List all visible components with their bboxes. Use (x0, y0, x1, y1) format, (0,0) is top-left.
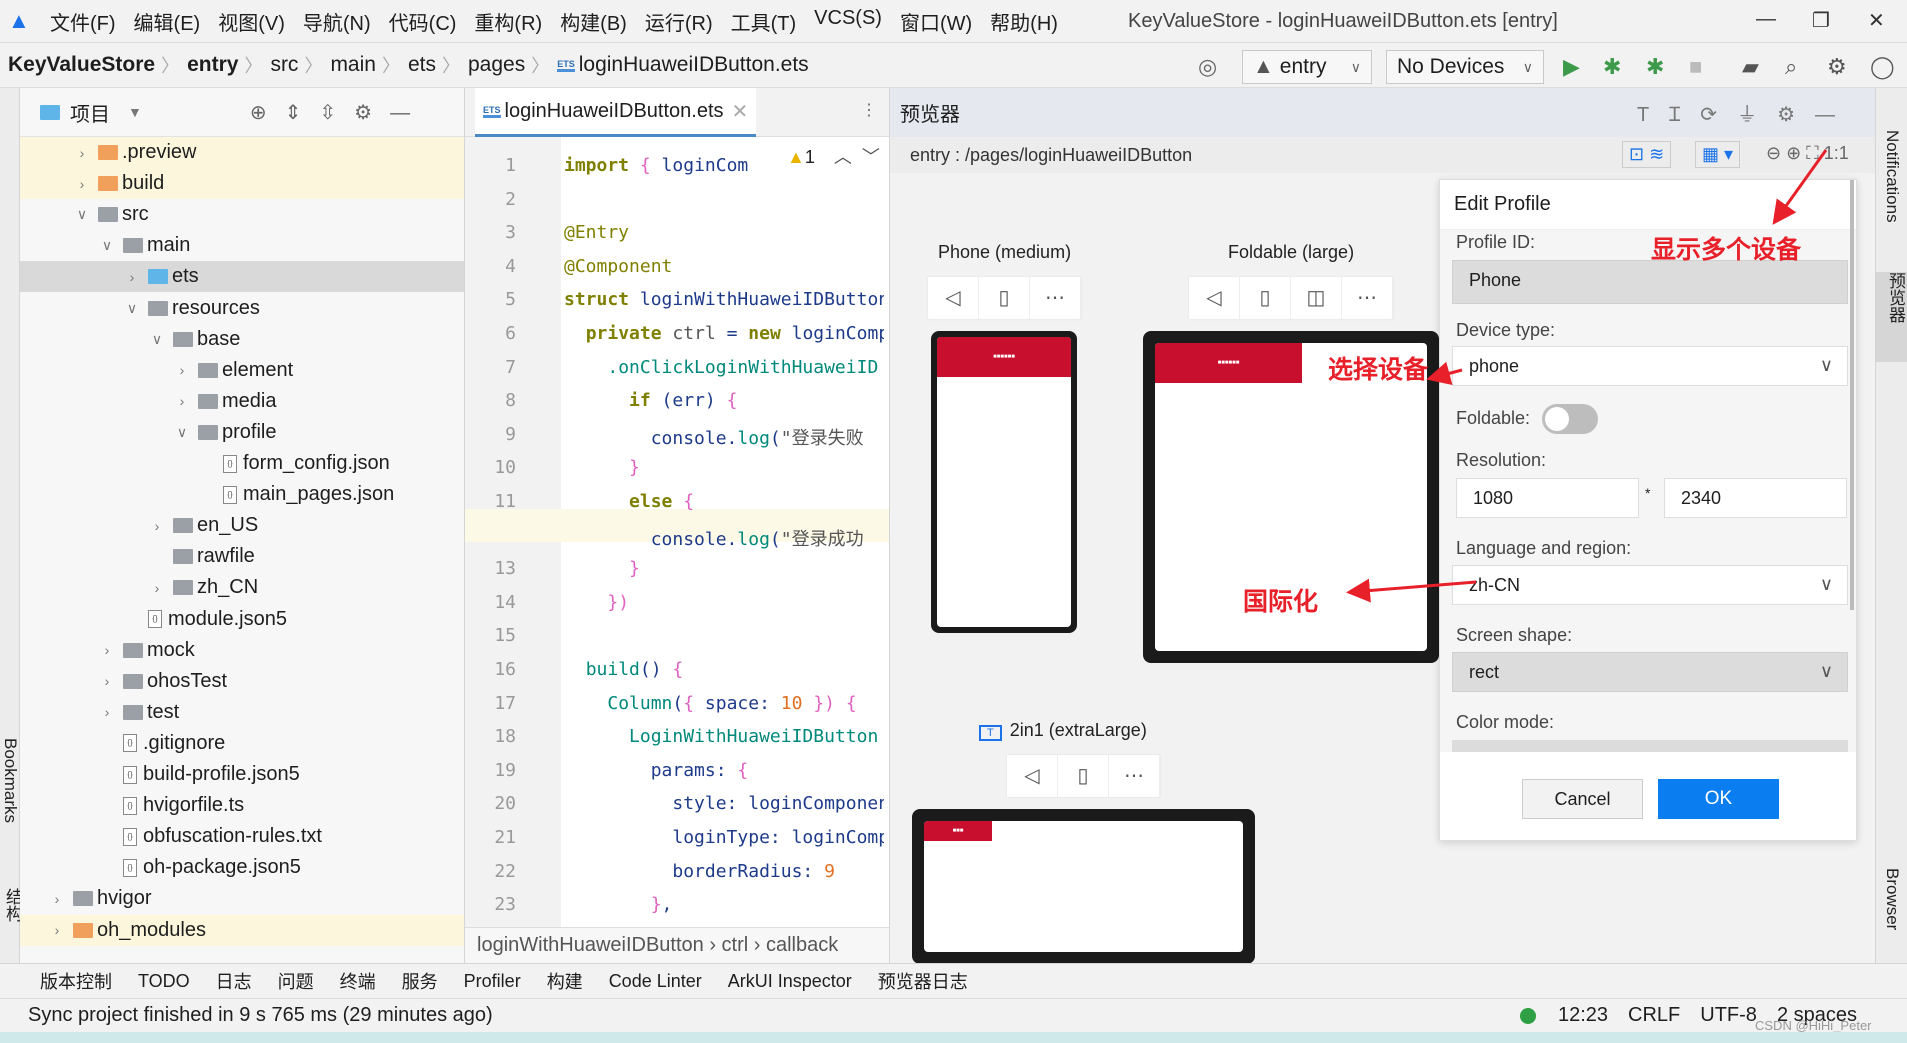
file-encoding[interactable]: UTF-8 (1700, 1004, 1757, 1027)
arrow-multi (1772, 149, 1828, 225)
tool-window-button[interactable]: 服务 (402, 968, 438, 994)
device-file-browser-tab[interactable]: Device File Browser (1882, 868, 1907, 963)
tool-window-button[interactable]: 终端 (340, 968, 376, 994)
tool-window-button[interactable]: Profiler (464, 971, 521, 992)
tool-window-button[interactable]: 构建 (547, 968, 583, 994)
tool-window-button[interactable]: TODO (138, 971, 190, 992)
tool-window-button[interactable]: 版本控制 (40, 968, 112, 994)
right-tool-strip: Notifications 预览器 Device File Browser (1875, 88, 1907, 963)
tool-window-button[interactable]: 问题 (278, 968, 314, 994)
previewer-tab[interactable]: 预览器 (1876, 272, 1907, 362)
status-message[interactable]: Sync project finished in 9 s 765 ms (29 … (28, 1004, 493, 1027)
status-ok-icon (1519, 1007, 1536, 1024)
annotation-arrows (1346, 149, 1828, 603)
tool-window-button[interactable]: 预览器日志 (878, 968, 968, 994)
watermark: CSDN @HiHi_Peter (1755, 1018, 1872, 1033)
status-bar: Sync project finished in 9 s 765 ms (29 … (0, 998, 1907, 1032)
arrow-select (1426, 361, 1463, 385)
notifications-tab[interactable]: Notifications (1882, 130, 1902, 223)
arrow-i18n (1346, 578, 1477, 603)
tool-window-bar: 版本控制 TODO 日志 问题 终端 服务 Profiler 构建 Code Linter Ark… (0, 963, 1907, 998)
tool-window-button[interactable]: Code Linter (609, 971, 702, 992)
cursor-position[interactable]: 12:23 (1558, 1004, 1608, 1027)
tool-window-button[interactable]: 日志 (216, 968, 252, 994)
line-separator[interactable]: CRLF (1628, 1004, 1680, 1027)
os-taskbar (0, 1032, 1907, 1043)
tool-window-button[interactable]: ArkUI Inspector (728, 971, 852, 992)
